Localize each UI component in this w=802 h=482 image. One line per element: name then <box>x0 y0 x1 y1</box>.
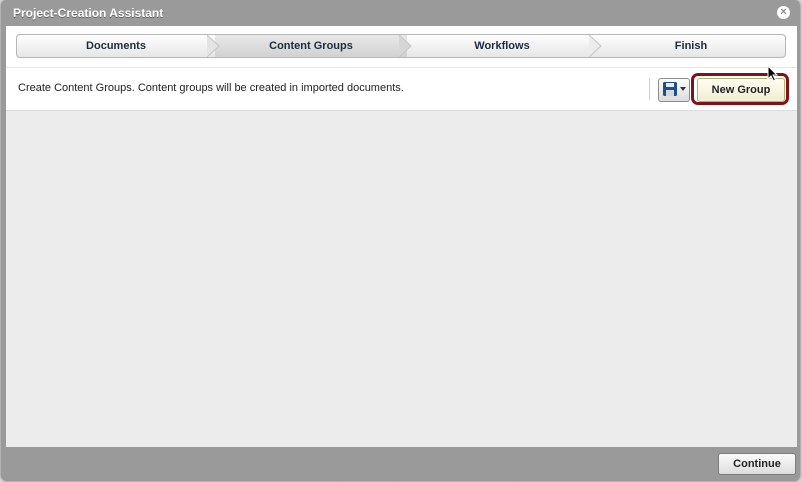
step-workflows[interactable]: Workflows <box>407 35 597 57</box>
mouse-pointer-icon <box>767 65 779 82</box>
instructions-text: Create Content Groups. Content groups wi… <box>18 82 404 94</box>
continue-button[interactable]: Continue <box>718 453 796 475</box>
toolbar-divider <box>649 78 650 100</box>
close-icon[interactable]: × <box>777 6 790 19</box>
content-groups-list <box>6 111 797 447</box>
dialog-titlebar: Project-Creation Assistant × <box>1 0 800 26</box>
wizard-steps-area: Documents Content Groups Workflows Finis… <box>6 26 797 68</box>
dialog-footer: Continue <box>1 447 800 481</box>
step-separator-icon <box>207 35 220 57</box>
step-content-groups[interactable]: Content Groups <box>215 35 407 57</box>
step-separator-icon <box>399 35 412 57</box>
content-groups-toolbar: Create Content Groups. Content groups wi… <box>6 68 797 111</box>
step-label: Workflows <box>474 40 530 52</box>
chevron-down-icon <box>680 87 686 91</box>
dialog-title: Project-Creation Assistant <box>13 6 164 20</box>
floppy-disk-icon <box>663 82 677 96</box>
step-label: Finish <box>674 40 708 52</box>
step-label: Documents <box>86 40 146 52</box>
save-menu-button[interactable] <box>658 78 690 102</box>
wizard-steps: Documents Content Groups Workflows Finis… <box>16 34 786 58</box>
project-creation-dialog: Project-Creation Assistant × Documents C… <box>1 0 800 481</box>
step-documents[interactable]: Documents <box>17 35 215 57</box>
step-label: Content Groups <box>269 40 353 52</box>
step-finish[interactable]: Finish <box>597 35 785 57</box>
dialog-content: Documents Content Groups Workflows Finis… <box>6 26 797 447</box>
step-separator-icon <box>589 35 602 57</box>
